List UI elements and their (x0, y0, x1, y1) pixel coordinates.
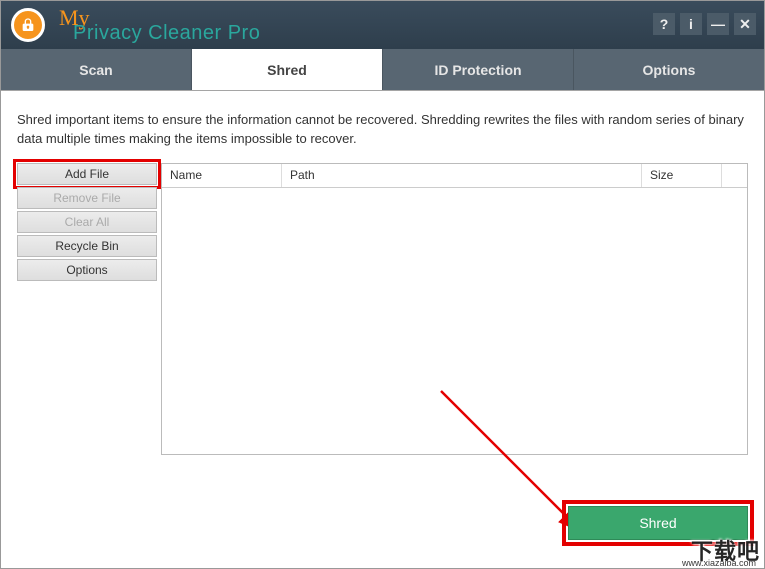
minimize-button[interactable]: — (707, 13, 729, 35)
titlebar-controls: ? i — ✕ (653, 13, 756, 35)
table-header: Name Path Size (162, 164, 747, 188)
work-area: Add File Remove File Clear All Recycle B… (17, 163, 748, 455)
file-table: Name Path Size (161, 163, 748, 455)
description-text: Shred important items to ensure the info… (17, 111, 748, 149)
column-name[interactable]: Name (162, 164, 282, 187)
brand: My Privacy Cleaner Pro (53, 7, 260, 43)
info-button[interactable]: i (680, 13, 702, 35)
tab-id-protection[interactable]: ID Protection (383, 49, 574, 90)
column-size[interactable]: Size (642, 164, 722, 187)
app-logo (11, 8, 45, 42)
shred-options-button[interactable]: Options (17, 259, 157, 281)
side-button-panel: Add File Remove File Clear All Recycle B… (17, 163, 157, 455)
title-bar: My Privacy Cleaner Pro ? i — ✕ (1, 1, 764, 49)
tab-shred[interactable]: Shred (192, 49, 383, 90)
remove-file-button[interactable]: Remove File (17, 187, 157, 209)
close-button[interactable]: ✕ (734, 13, 756, 35)
column-path[interactable]: Path (282, 164, 642, 187)
brand-title: Privacy Cleaner Pro (73, 23, 260, 43)
watermark-url: www.xiazaiba.com (682, 558, 756, 568)
recycle-bin-button[interactable]: Recycle Bin (17, 235, 157, 257)
lock-icon (20, 16, 36, 34)
add-file-button[interactable]: Add File (17, 163, 157, 185)
table-body (162, 188, 747, 454)
column-end (722, 164, 747, 187)
tab-bar: Scan Shred ID Protection Options (1, 49, 764, 91)
clear-all-button[interactable]: Clear All (17, 211, 157, 233)
tab-scan[interactable]: Scan (1, 49, 192, 90)
help-button[interactable]: ? (653, 13, 675, 35)
tab-options[interactable]: Options (574, 49, 764, 90)
content-area: Shred important items to ensure the info… (1, 91, 764, 568)
